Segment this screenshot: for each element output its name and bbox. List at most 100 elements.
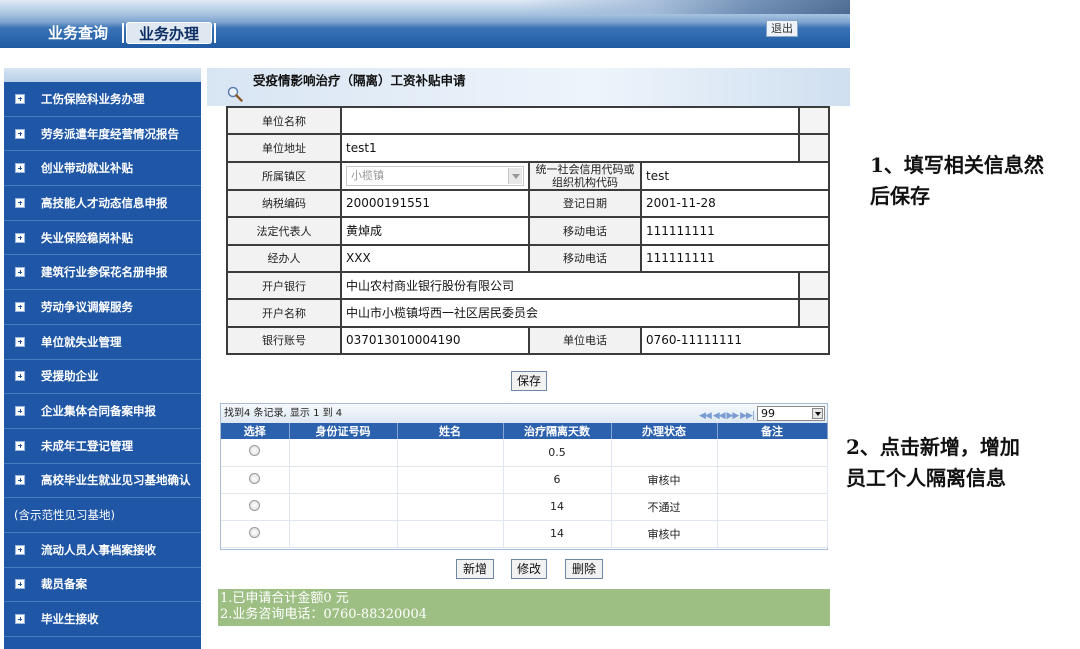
legal-rep-cell [340,216,530,246]
chevron-down-icon[interactable] [812,408,823,419]
top-banner: 业务查询 业务办理 退出 [0,0,850,48]
sidebar-item-internship-base[interactable]: 高校毕业生就业见习基地确认 [4,464,201,499]
mobile-label: 移动电话 [528,216,642,246]
town-select-value: 小榄镇 [351,168,384,182]
status-cell: 不通过 [611,493,718,521]
account-name-cell [339,298,801,328]
save-button[interactable]: 保存 [511,371,547,391]
add-button[interactable]: 新增 [456,559,494,579]
isolation-days-cell: 14 [503,520,612,548]
sidebar-item-collective-contract[interactable]: 企业集体合同备案申报 [4,394,201,429]
sidebar-item-label: 高校毕业生就业见习基地确认 [41,473,191,488]
sidebar-item-minor-worker[interactable]: 未成年工登记管理 [4,429,201,464]
reg-date-cell [639,188,831,219]
table-row[interactable]: 0.5 [221,439,828,467]
sidebar-item-employment-management[interactable]: 单位就失业管理 [4,325,201,360]
sidebar-item-aided-enterprise[interactable]: 受援助企业 [4,360,201,395]
nav-tab-query[interactable]: 业务查询 [36,22,120,44]
grid-toolbar: 找到4 条记录, 显示 1 到 4 ◀◀ ◀◀ ▶▶ ▶▶| 99 [221,404,827,423]
sidebar-item-graduate-intake[interactable]: 毕业生接收 [4,602,201,637]
isolation-days-cell: 14 [503,493,612,521]
spacer-cell [798,105,831,136]
remark-cell [717,466,828,494]
sidebar-item-startup-subsidy[interactable]: 创业带动就业补贴 [4,151,201,187]
sidebar-item-construction-roster[interactable]: 建筑行业参保花名册申报 [4,255,201,291]
unit-name-label: 单位名称 [226,105,342,136]
spacer-cell [798,270,831,301]
unit-address-input[interactable] [346,141,795,156]
sidebar-item-injury-insurance[interactable]: 工伤保险科业务办理 [4,82,201,117]
reg-date-label: 登记日期 [528,188,642,219]
row-select-cell [221,520,290,548]
row-radio[interactable] [249,526,261,538]
sidebar-item-label: 受援助企业 [41,369,99,384]
expand-icon [15,93,25,104]
sidebar-item-label: 劳务派遣年度经营情况报告 [41,126,179,141]
expand-icon [15,371,25,382]
remark-cell [717,493,828,521]
delete-button[interactable]: 删除 [565,559,603,579]
nav-tab-handle[interactable]: 业务办理 [126,22,213,44]
sidebar: 工伤保险科业务办理 劳务派遣年度经营情况报告 创业带动就业补贴 高技能人才动态信… [4,68,201,649]
search-icon [227,86,243,102]
logout-button[interactable]: 退出 [766,20,798,37]
records-table: 选择 身份证号码 姓名 治疗隔离天数 办理状态 备注 0.5 6 审核中 14 … [221,423,828,548]
expand-icon [15,232,25,243]
pager-controls[interactable]: ◀◀ ◀◀ ▶▶ ▶▶| [699,407,755,426]
bank-cell [339,270,801,301]
banner-decoration [520,0,850,14]
name-cell [397,493,504,521]
edit-button[interactable]: 修改 [511,559,547,579]
instruction-line: 2、点击新增，增加 [846,435,1020,459]
instruction-step-1: 1、填写相关信息然 后保存 [870,150,1044,212]
handler-mobile-input[interactable] [646,251,825,266]
sidebar-item-label: 建筑行业参保花名册申报 [41,265,168,280]
sidebar-item-label: 高技能人才动态信息申报 [41,195,168,210]
page-size-select[interactable]: 99 [757,406,825,421]
table-row[interactable]: 6 审核中 [221,466,828,494]
sidebar-item-skilled-talent[interactable]: 高技能人才动态信息申报 [4,186,201,221]
row-radio[interactable] [249,472,261,484]
mobile-input[interactable] [646,223,825,238]
isolation-days-cell: 0.5 [503,439,612,467]
credit-code-label: 统一社会信用代码或组织机构代码 [528,160,642,191]
legal-rep-input[interactable] [346,223,524,238]
sidebar-header [4,68,201,82]
sidebar-item-labor-dispute[interactable]: 劳动争议调解服务 [4,290,201,325]
tax-no-input[interactable] [346,196,524,211]
credit-code-input[interactable] [646,168,825,183]
sidebar-item-label: 企业集体合同备案申报 [41,404,156,419]
handler-label: 经办人 [226,243,342,273]
unit-address-label: 单位地址 [226,133,342,163]
table-row[interactable]: 14 审核中 [221,520,828,548]
sidebar-item-personnel-archive[interactable]: 流动人员人事档案接收 [4,533,201,568]
sidebar-item-layoff-filing[interactable]: 裁员备案 [4,568,201,603]
sidebar-item-label: 单位就失业管理 [41,334,122,349]
unit-phone-input[interactable] [646,333,825,348]
account-name-input[interactable] [346,305,795,320]
sidebar-item-job-stabilization[interactable]: 失业保险稳岗补贴 [4,221,201,256]
account-name-label: 开户名称 [226,298,342,328]
pager-arrows-icon[interactable]: ◀◀ ◀◀ ▶▶ ▶▶| [699,407,755,426]
row-radio[interactable] [249,445,261,457]
unit-name-input[interactable] [346,113,795,128]
account-no-input[interactable] [346,333,524,348]
nav-separator [122,23,125,43]
town-select[interactable]: 小榄镇 [346,165,524,186]
sidebar-item-labor-dispatch[interactable]: 劳务派遣年度经营情况报告 [4,117,201,152]
chevron-down-icon[interactable] [508,167,522,184]
sidebar-item-label: 劳动争议调解服务 [41,299,133,314]
table-row[interactable]: 14 不通过 [221,493,828,521]
instruction-line: 员工个人隔离信息 [846,466,1006,490]
row-radio[interactable] [249,499,261,511]
sidebar-item-internship-note: (含示范性见习基地) [4,498,201,533]
application-form: 单位名称 单位地址 所属镇区 小榄镇 统一社会信用代码或组织机构代码 纳税编码 … [226,105,831,356]
handler-input[interactable] [346,251,524,266]
grid-summary: 找到4 条记录, 显示 1 到 4 [224,408,343,419]
bank-label: 开户银行 [226,270,342,301]
remark-cell [717,520,828,548]
bank-input[interactable] [346,278,795,293]
reg-date-input[interactable] [646,196,825,211]
column-header-select: 选择 [221,423,290,439]
sidebar-item-label: 流动人员人事档案接收 [41,542,156,557]
